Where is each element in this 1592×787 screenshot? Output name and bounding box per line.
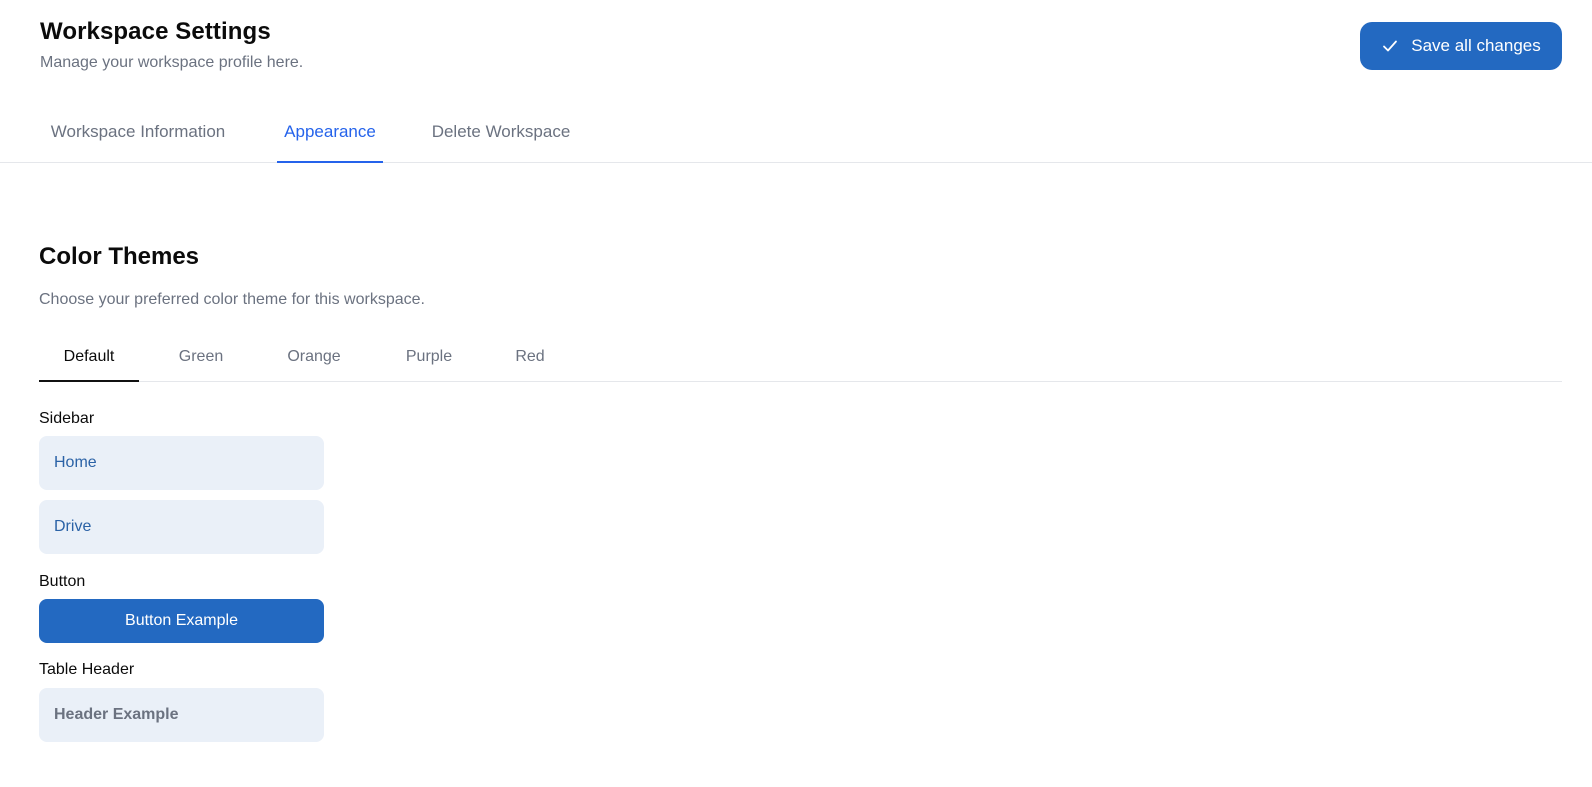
sidebar-preview-label: Sidebar xyxy=(39,410,95,427)
sidebar-item-drive[interactable]: Drive xyxy=(39,500,324,554)
save-button-label: Save all changes xyxy=(1411,36,1541,55)
theme-tab-default[interactable]: Default xyxy=(39,332,139,382)
table-header-example: Header Example xyxy=(39,688,324,742)
page-subtitle: Manage your workspace profile here. xyxy=(40,54,304,71)
button-example[interactable]: Button Example xyxy=(39,599,324,643)
button-preview-label: Button xyxy=(39,573,86,590)
theme-tab-red[interactable]: Red xyxy=(501,332,559,381)
table-header-preview-label: Table Header xyxy=(39,661,135,678)
settings-tabs: Workspace Information Appearance Delete … xyxy=(0,104,1592,163)
color-themes-description: Choose your preferred color theme for th… xyxy=(39,291,425,308)
theme-tabs: Default Green Orange Purple Red xyxy=(39,332,1562,382)
save-all-changes-button[interactable]: Save all changes xyxy=(1360,22,1562,70)
color-themes-title: Color Themes xyxy=(39,243,200,270)
page-title: Workspace Settings xyxy=(40,18,271,45)
sidebar-item-home[interactable]: Home xyxy=(39,436,324,490)
theme-tab-orange[interactable]: Orange xyxy=(271,332,357,381)
check-icon xyxy=(1383,40,1398,52)
theme-tab-green[interactable]: Green xyxy=(161,332,241,381)
theme-tab-purple[interactable]: Purple xyxy=(389,332,469,381)
tab-workspace-information[interactable]: Workspace Information xyxy=(40,102,236,161)
workspace-settings-page: Workspace Settings Manage your workspace… xyxy=(0,0,1592,787)
tab-delete-workspace[interactable]: Delete Workspace xyxy=(423,102,579,161)
tab-appearance[interactable]: Appearance xyxy=(277,102,383,163)
